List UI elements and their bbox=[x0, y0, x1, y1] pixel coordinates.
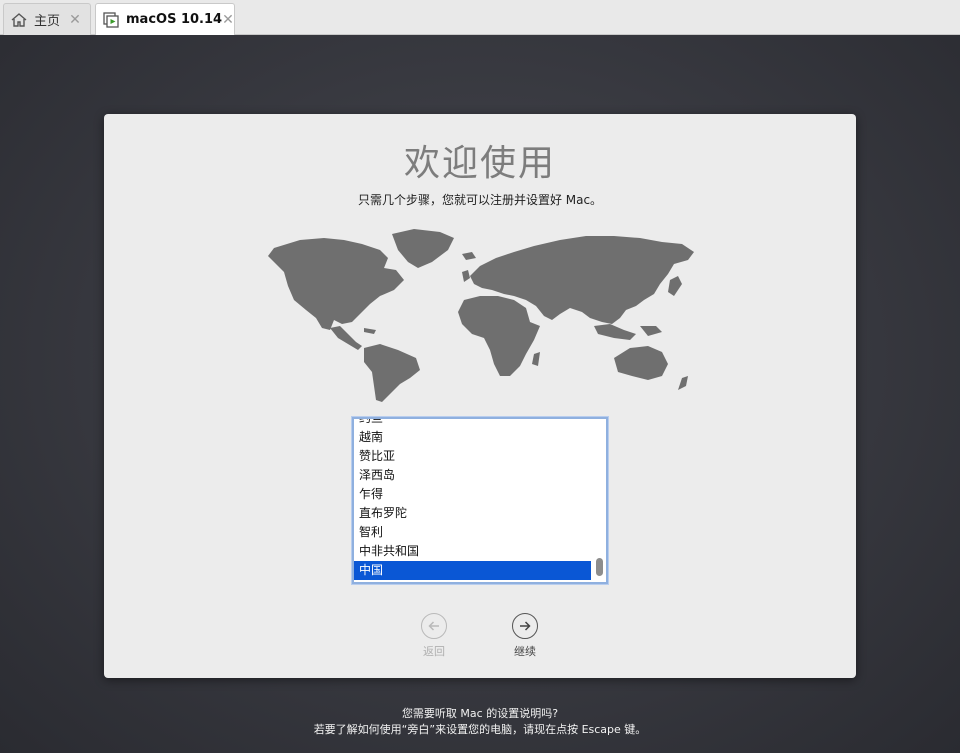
list-item[interactable]: 泽西岛 bbox=[354, 466, 591, 485]
list-item[interactable]: 智利 bbox=[354, 523, 591, 542]
list-item[interactable]: 约旦 bbox=[354, 419, 591, 428]
arrow-left-icon bbox=[421, 613, 447, 639]
country-list-items: 约旦 越南 赞比亚 泽西岛 乍得 直布罗陀 智利 中非共和国 中国 bbox=[354, 419, 591, 580]
tab-home[interactable]: 主页 ✕ bbox=[3, 3, 91, 35]
tab-bar: 主页 ✕ macOS 10.14 ✕ bbox=[0, 0, 960, 35]
list-item[interactable]: 越南 bbox=[354, 428, 591, 447]
setup-assistant-panel: 欢迎使用 只需几个步骤，您就可以注册并设置好 Mac。 约旦 越南 赞比亚 泽西… bbox=[104, 114, 856, 678]
tab-home-label: 主页 bbox=[34, 14, 61, 29]
vm-icon bbox=[103, 11, 119, 28]
list-item[interactable]: 赞比亚 bbox=[354, 447, 591, 466]
tab-macos[interactable]: macOS 10.14 ✕ bbox=[95, 3, 235, 35]
tab-macos-label: macOS 10.14 bbox=[126, 12, 223, 27]
close-icon[interactable]: ✕ bbox=[68, 12, 82, 28]
voiceover-hint-line2: 若要了解如何使用“旁白”来设置您的电脑，请现在点按 Escape 键。 bbox=[313, 723, 647, 736]
voiceover-hint: 您需要听取 Mac 的设置说明吗? 若要了解如何使用“旁白”来设置您的电脑，请现… bbox=[0, 706, 960, 738]
world-map-icon bbox=[268, 229, 694, 402]
page-title: 欢迎使用 bbox=[403, 143, 556, 184]
voiceover-hint-line1: 您需要听取 Mac 的设置说明吗? bbox=[401, 707, 559, 720]
list-item-selected[interactable]: 中国 bbox=[354, 561, 591, 580]
arrow-right-icon bbox=[512, 613, 538, 639]
list-item[interactable]: 中非共和国 bbox=[354, 542, 591, 561]
vm-screen[interactable]: 欢迎使用 只需几个步骤，您就可以注册并设置好 Mac。 约旦 越南 赞比亚 泽西… bbox=[0, 35, 960, 753]
list-item[interactable]: 乍得 bbox=[354, 485, 591, 504]
close-icon[interactable]: ✕ bbox=[222, 12, 234, 28]
page-subtitle: 只需几个步骤，您就可以注册并设置好 Mac。 bbox=[357, 193, 603, 207]
back-button[interactable]: 返回 bbox=[404, 613, 464, 659]
home-icon bbox=[11, 12, 27, 27]
continue-button[interactable]: 继续 bbox=[495, 613, 555, 659]
scrollbar-thumb[interactable] bbox=[596, 558, 603, 576]
continue-button-label: 继续 bbox=[514, 645, 536, 658]
list-item[interactable]: 直布罗陀 bbox=[354, 504, 591, 523]
country-list-scrollbar[interactable] bbox=[595, 421, 603, 580]
back-button-label: 返回 bbox=[423, 645, 445, 658]
country-list[interactable]: 约旦 越南 赞比亚 泽西岛 乍得 直布罗陀 智利 中非共和国 中国 bbox=[352, 417, 608, 584]
